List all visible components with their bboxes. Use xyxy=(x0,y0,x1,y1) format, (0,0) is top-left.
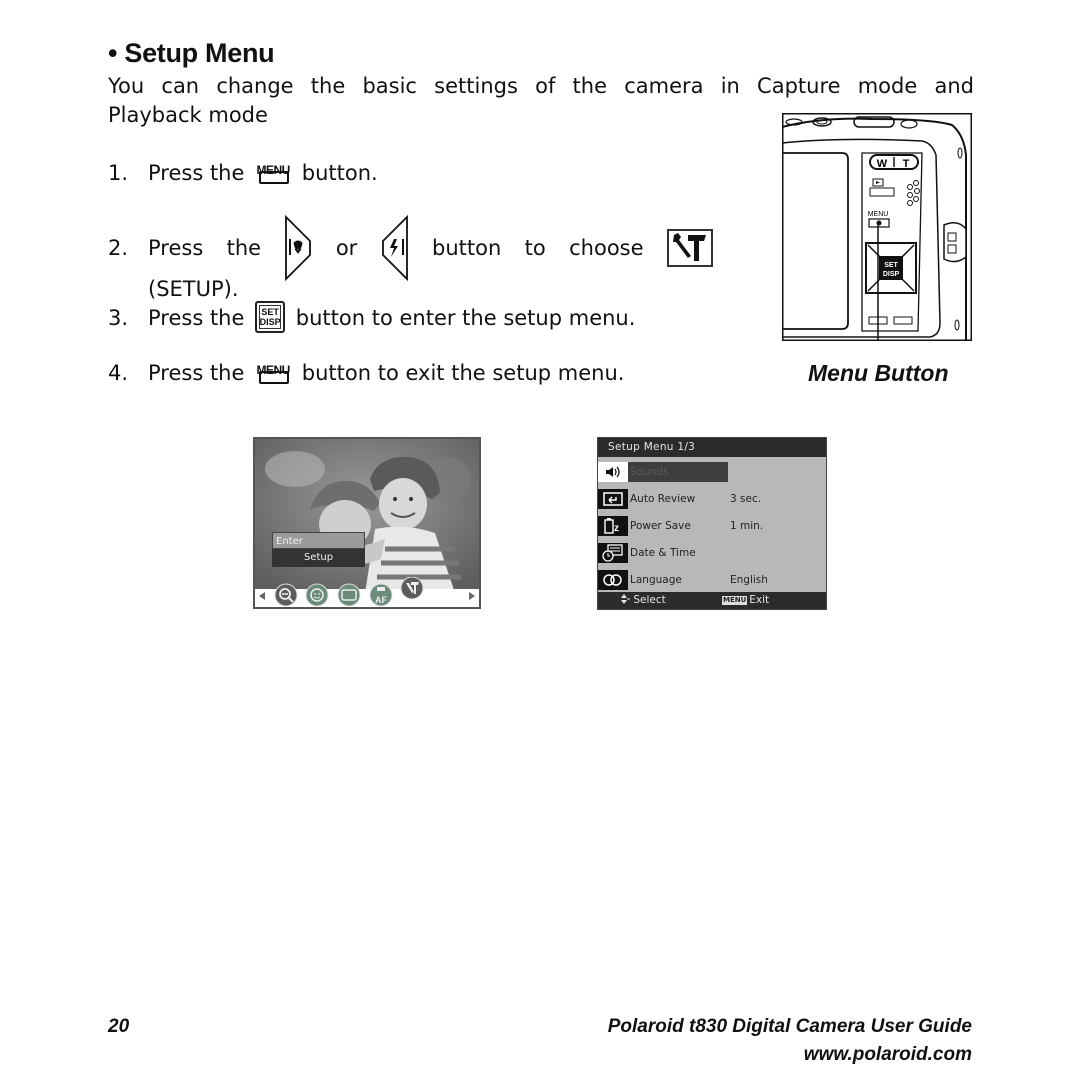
setup-row-value: 1 min. xyxy=(730,520,764,532)
setup-menu-footer: Select MENU Exit xyxy=(598,592,826,609)
select-hint-label: Select xyxy=(633,594,666,606)
step-text-to: to xyxy=(524,236,546,260)
step-text-pre: Press the xyxy=(148,361,245,385)
step-2: 2. Press the or button to choose (SETUP). xyxy=(108,215,713,303)
step-2-continuation: (SETUP). xyxy=(148,277,239,301)
auto-review-icon xyxy=(598,489,628,509)
sample-photo xyxy=(255,439,479,592)
zoom-t-label: T xyxy=(903,158,910,170)
step-text-post: button to enter the setup menu. xyxy=(295,306,636,330)
set-disp-button-icon: SET DISP xyxy=(255,301,286,333)
setup-row-label: Date & Time xyxy=(630,547,696,559)
zoom-w-label: W xyxy=(877,158,888,170)
exit-hint: MENU Exit xyxy=(722,592,769,609)
step-text-press: Press xyxy=(148,236,204,260)
setup-row-label: Sounds xyxy=(628,462,728,482)
intro-line-2: Playback mode xyxy=(108,103,268,127)
svg-text:z: z xyxy=(614,523,619,534)
af-label: AF xyxy=(375,595,387,605)
menu-button-icon: MENU xyxy=(251,158,295,184)
zoom-icon[interactable] xyxy=(274,583,298,607)
mode-icon-strip: AF xyxy=(255,577,479,607)
camera-menu-label: MENU xyxy=(868,211,889,218)
setup-tool-icon xyxy=(666,229,713,267)
title-text: Setup Menu xyxy=(124,38,275,68)
right-flash-button-icon xyxy=(381,215,408,281)
setup-row-label: Power Save xyxy=(630,520,691,532)
face-detect-icon[interactable] xyxy=(305,583,329,607)
set-label: SET xyxy=(261,307,279,317)
step-text-the: the xyxy=(226,236,262,260)
frame-icon[interactable] xyxy=(337,583,361,607)
popup-enter-label: Enter xyxy=(272,532,365,549)
step-text-post: button to exit the setup menu. xyxy=(301,361,625,385)
setup-row-power-save[interactable]: z Power Save 1 min. xyxy=(598,516,826,536)
setup-row-language[interactable]: Language English xyxy=(598,570,826,590)
language-icon xyxy=(598,570,628,590)
setup-row-date-time[interactable]: Date & Time xyxy=(598,543,826,563)
up-down-arrow-icon xyxy=(621,594,630,604)
step-4: 4. Press the MENU button to exit the setu… xyxy=(108,358,624,387)
setup-row-sounds[interactable]: Sounds xyxy=(598,462,826,482)
setup-row-label: Language xyxy=(630,574,682,586)
title-bullet: • xyxy=(108,38,118,68)
step-number: 2. xyxy=(108,236,129,260)
lcd-capture-screen: Enter Setup AF xyxy=(253,437,481,609)
sound-icon xyxy=(598,462,628,482)
step-text-button: button xyxy=(432,236,502,260)
lcd-setup-menu-screen: Setup Menu 1/3 Sounds Auto Review 3 sec.… xyxy=(597,437,827,610)
popup-setup-option[interactable]: Setup xyxy=(272,549,365,567)
setup-row-auto-review[interactable]: Auto Review 3 sec. xyxy=(598,489,826,509)
setup-menu-header: Setup Menu 1/3 xyxy=(598,438,826,457)
select-hint: Select xyxy=(620,592,666,609)
step-text-or: or xyxy=(335,236,358,260)
step-1: 1. Press the MENU button. xyxy=(108,158,378,187)
step-3: 3. Press the SET DISP button to enter the … xyxy=(108,301,635,333)
step-number: 3. xyxy=(108,306,129,330)
camera-back-illustration: W T MENU SET DISP xyxy=(782,113,972,341)
step-text-pre: Press the xyxy=(148,306,245,330)
guide-title: Polaroid t830 Digital Camera User Guide xyxy=(607,1016,972,1037)
step-number: 4. xyxy=(108,361,129,385)
menu-chip-icon: MENU xyxy=(722,596,748,605)
page-number: 20 xyxy=(108,1016,130,1037)
power-save-icon: z xyxy=(598,516,628,536)
camera-disp-label: DISP xyxy=(883,271,900,278)
setup-row-value: English xyxy=(730,574,768,586)
af-lamp-icon[interactable]: AF xyxy=(369,583,393,607)
step-number: 1. xyxy=(108,161,129,185)
exit-hint-label: Exit xyxy=(749,594,770,606)
setup-row-value: 3 sec. xyxy=(730,493,762,505)
intro-line-1: You can change the basic settings of the… xyxy=(108,74,974,98)
camera-caption: Menu Button xyxy=(808,360,949,386)
website-url: www.polaroid.com xyxy=(803,1044,972,1065)
date-time-icon xyxy=(598,543,628,563)
setup-row-label: Auto Review xyxy=(630,493,696,505)
left-macro-button-icon xyxy=(285,215,312,281)
camera-set-label: SET xyxy=(884,262,898,269)
setup-tool-icon[interactable] xyxy=(400,577,424,600)
disp-label: DISP xyxy=(259,317,281,327)
step-text-pre: Press the xyxy=(148,161,245,185)
step-text-choose: choose xyxy=(569,236,644,260)
step-text-post: button. xyxy=(301,161,378,185)
section-title: • Setup Menu xyxy=(108,38,275,69)
menu-button-icon: MENU xyxy=(251,358,295,384)
